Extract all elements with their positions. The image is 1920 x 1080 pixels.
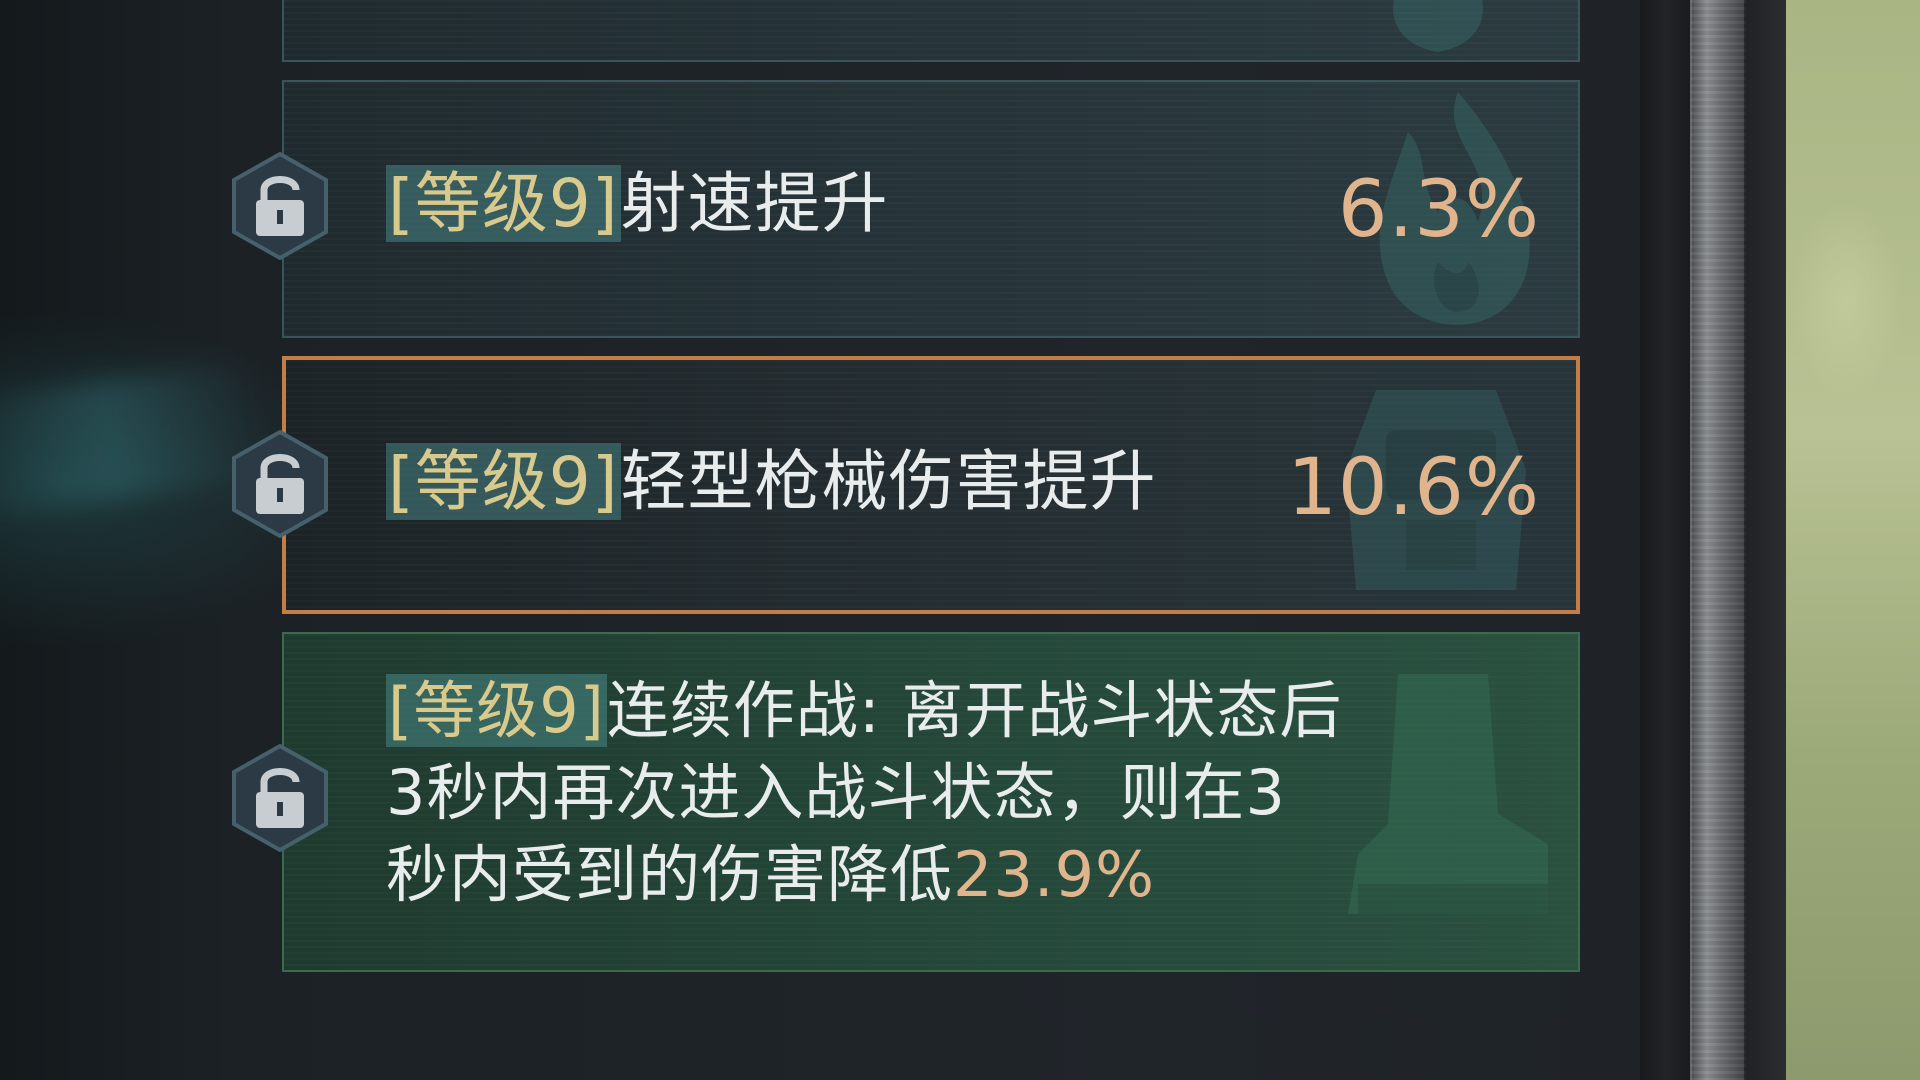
perk-panel-partial[interactable] xyxy=(282,0,1580,62)
level-tag: [等级9] xyxy=(386,443,621,520)
perk-name: 射速提升 xyxy=(620,165,889,242)
emblem-icon xyxy=(1393,0,1483,52)
perk-desc-line-1: [等级9]连续作战: 离开战斗状态后 xyxy=(386,670,1426,752)
level-tag: [等级9] xyxy=(386,674,607,747)
lock-icon xyxy=(232,151,328,261)
frame-edge xyxy=(1640,0,1690,1080)
lock-icon xyxy=(232,429,328,539)
perk-desc-line-2: 3秒内再次进入战斗状态，则在3 xyxy=(386,756,1286,829)
lock-icon xyxy=(232,743,328,853)
perk-value: 23.9% xyxy=(953,838,1155,911)
perk-list-screen: [等级9]射速提升 6.3% [等级9]轻型枪械伤害提升 10.6% [等级9]… xyxy=(0,0,1920,1080)
perk-value: 6.3% xyxy=(1337,165,1540,255)
perk-desc-text-1: 连续作战: 离开战斗状态后 xyxy=(606,674,1343,747)
frame-shadow xyxy=(1746,0,1786,1080)
perk-label: [等级9]射速提升 xyxy=(386,164,889,244)
perk-label: [等级9]轻型枪械伤害提升 xyxy=(386,442,1157,522)
background-glow xyxy=(0,359,267,521)
perk-name: 轻型枪械伤害提升 xyxy=(620,443,1157,520)
perk-desc-text-3: 秒内受到的伤害降低 xyxy=(386,838,954,911)
perk-value: 10.6% xyxy=(1287,443,1540,533)
background-outside xyxy=(1786,0,1920,1080)
metal-frame xyxy=(1690,0,1746,1080)
perk-description: [等级9]连续作战: 离开战斗状态后 3秒内再次进入战斗状态，则在3 秒内受到的… xyxy=(386,670,1426,916)
perk-desc-line-3: 秒内受到的伤害降低23.9% xyxy=(386,834,1426,916)
level-tag: [等级9] xyxy=(386,165,621,242)
